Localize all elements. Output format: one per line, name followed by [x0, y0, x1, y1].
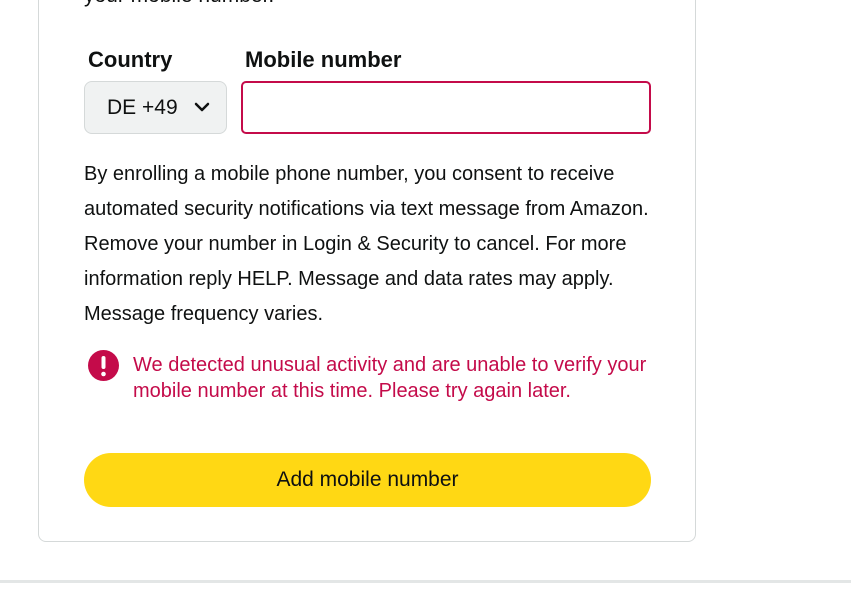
footer-divider: [0, 580, 851, 583]
error-message: We detected unusual activity and are una…: [133, 354, 647, 402]
partial-instruction-text: your mobile number.: [84, 0, 274, 8]
chevron-down-icon: [194, 102, 210, 112]
country-label: Country: [88, 47, 173, 72]
page: your mobile number. Country Mobile numbe…: [0, 0, 851, 599]
mobile-number-label: Mobile number: [245, 47, 402, 72]
exclamation-circle-icon: [88, 350, 119, 381]
consent-text: By enrolling a mobile phone number, you …: [84, 163, 649, 325]
country-code-select[interactable]: DE +49: [84, 81, 227, 134]
country-code-value: DE +49: [107, 95, 178, 119]
add-mobile-number-button[interactable]: Add mobile number: [84, 453, 651, 507]
mobile-number-input[interactable]: [241, 81, 651, 134]
